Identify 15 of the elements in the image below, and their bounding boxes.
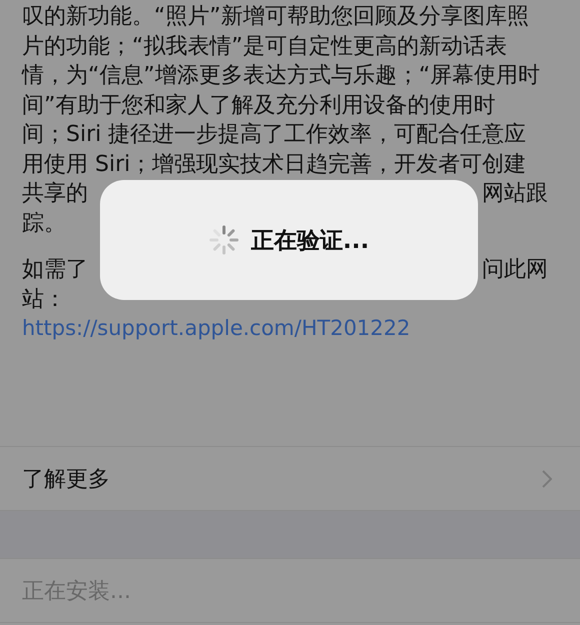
description-text: 片的功能；“拟我表情”是可自定性更高的新动话表	[22, 32, 507, 60]
description-text: 踪。	[22, 210, 66, 238]
description-text: 用使用 Siri；增强现实技术日趋完善，开发者可创建	[22, 150, 526, 178]
chevron-right-icon	[542, 470, 552, 488]
row-label: 了解更多	[22, 466, 110, 494]
description-text: 如需了	[22, 256, 88, 284]
alert-message: 正在验证...	[250, 226, 370, 256]
description-text: 叹的新功能。“照片”新增可帮助您回顾及分享图库照	[22, 3, 529, 31]
description-text: 间；Siri 捷径进一步提高了工作效率，可配合任意应	[22, 121, 526, 149]
description-text: 问此网	[482, 256, 548, 284]
description-text: 站：	[22, 286, 66, 314]
description-text: 网站跟	[482, 180, 548, 208]
description-text: 情，为“信息”增添更多表达方式与乐趣；“屏幕使用时	[22, 62, 540, 90]
description-text: 间”有助于您和家人了解及充分利用设备的使用时	[22, 92, 496, 120]
description-text: 共享的	[22, 180, 88, 208]
